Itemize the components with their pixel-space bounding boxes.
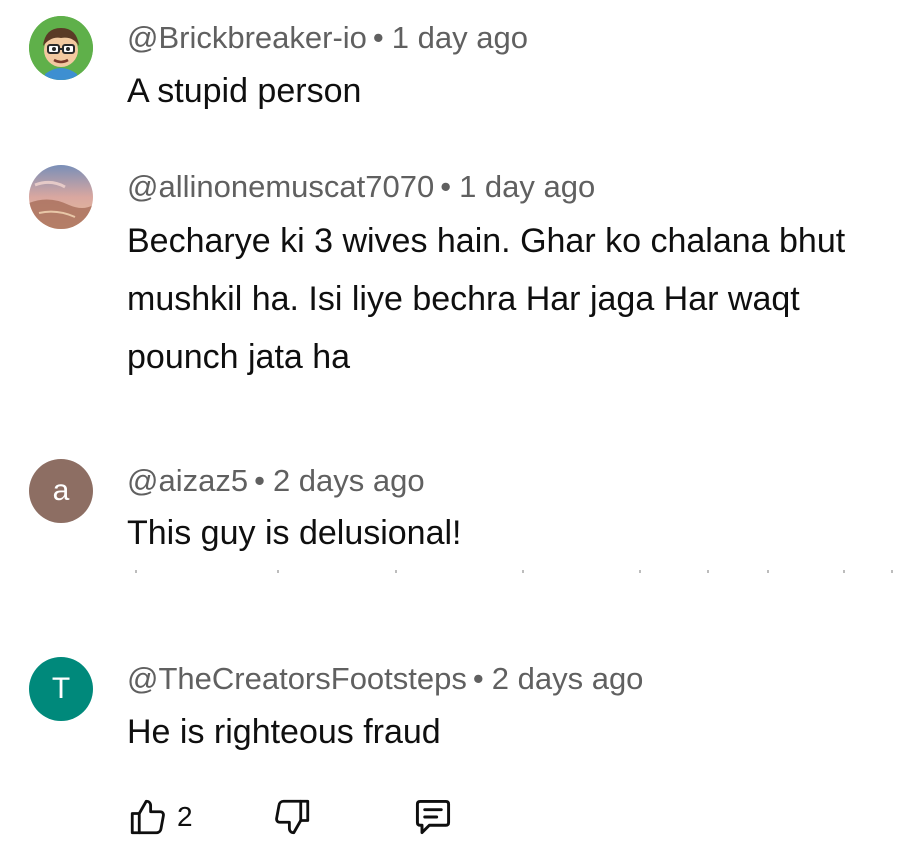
comment-author[interactable]: @allinonemuscat7070 bbox=[127, 169, 434, 204]
avatar-letter: T bbox=[51, 672, 71, 705]
comment-author[interactable]: @Brickbreaker-io bbox=[127, 20, 367, 55]
comment-author[interactable]: @TheCreatorsFootsteps bbox=[127, 661, 467, 696]
comment-meta: @Brickbreaker-io • 1 day ago bbox=[127, 18, 528, 58]
thumbs-down-icon bbox=[274, 799, 309, 835]
cartoon-avatar-icon bbox=[29, 16, 93, 80]
avatar-letter: a bbox=[52, 474, 70, 507]
meta-separator: • bbox=[472, 661, 484, 696]
comment-time[interactable]: 2 days ago bbox=[273, 463, 425, 498]
avatar[interactable] bbox=[29, 165, 93, 229]
comment-meta: @aizaz5 • 2 days ago bbox=[127, 461, 425, 501]
meta-separator: • bbox=[440, 169, 452, 204]
comment-meta: @TheCreatorsFootsteps • 2 days ago bbox=[127, 659, 643, 699]
scroll-artifact bbox=[127, 570, 902, 576]
avatar[interactable]: T bbox=[29, 657, 93, 721]
dislike-button[interactable] bbox=[271, 796, 313, 838]
comment-time[interactable]: 1 day ago bbox=[392, 20, 528, 55]
avatar[interactable] bbox=[29, 16, 93, 80]
comment-actions: 2 bbox=[127, 795, 455, 839]
comment-time[interactable]: 2 days ago bbox=[492, 661, 644, 696]
comment-text: Becharye ki 3 wives hain. Ghar ko chalan… bbox=[127, 222, 846, 376]
like-count: 2 bbox=[177, 801, 193, 832]
comment-time[interactable]: 1 day ago bbox=[459, 169, 595, 204]
avatar[interactable]: a bbox=[29, 459, 93, 523]
comment-author[interactable]: @aizaz5 bbox=[127, 463, 248, 498]
comment-meta: @allinonemuscat7070 • 1 day ago bbox=[127, 167, 595, 207]
reply-button[interactable] bbox=[411, 795, 455, 839]
like-button[interactable]: 2 bbox=[127, 796, 271, 838]
comment-text: He is righteous fraud bbox=[127, 713, 441, 751]
comment-text: This guy is delusional! bbox=[127, 514, 462, 552]
meta-separator: • bbox=[372, 20, 384, 55]
sky-photo-avatar-icon bbox=[29, 165, 93, 229]
comment-text: A stupid person bbox=[127, 72, 362, 110]
thumbs-up-icon bbox=[130, 799, 165, 835]
meta-separator: • bbox=[254, 463, 265, 498]
reply-comment-icon bbox=[415, 799, 450, 835]
